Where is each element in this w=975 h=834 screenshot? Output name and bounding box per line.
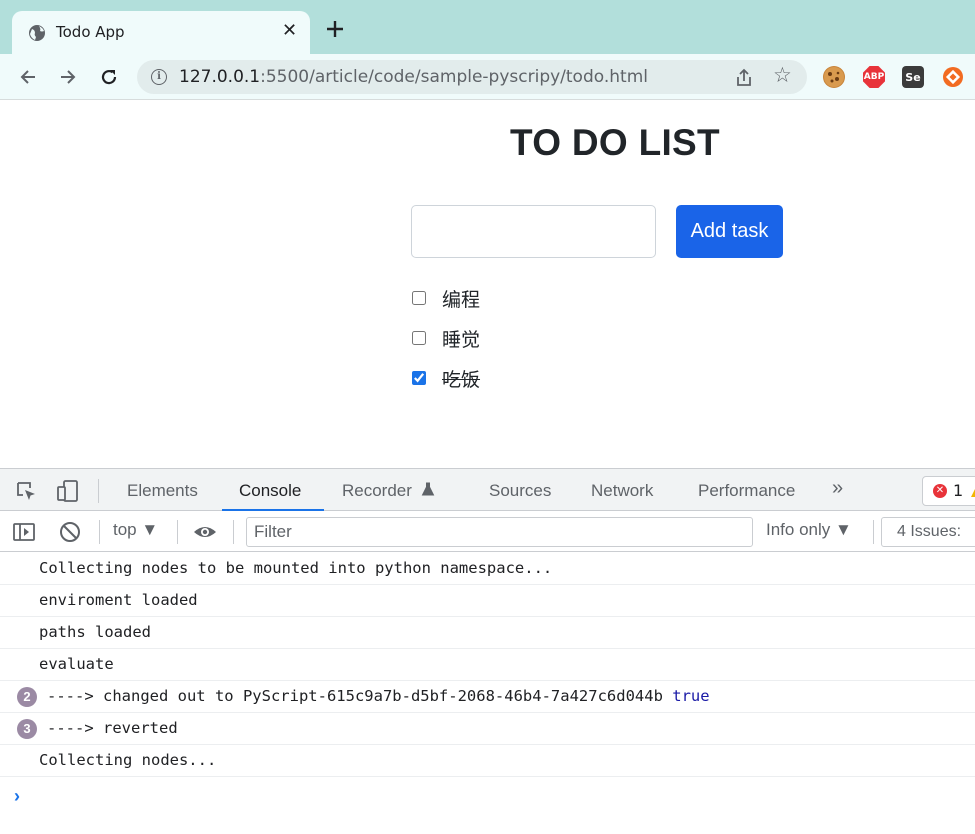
log-text: Collecting nodes... [39, 751, 217, 769]
todo-item: 睡觉 [411, 326, 481, 351]
sidebar-toggle-icon[interactable] [12, 520, 36, 544]
log-text: ----> changed out to PyScript-615c9a7b-d… [47, 687, 710, 705]
console-output: Collecting nodes to be mounted into pyth… [0, 553, 975, 834]
log-boolean-value: true [672, 687, 710, 705]
browser-toolbar: i 127.0.0.1:5500/article/code/sample-pys… [0, 54, 975, 100]
toolbar-divider [177, 520, 178, 544]
adblock-plus-icon[interactable]: ABP [863, 66, 885, 88]
tab-sources[interactable]: Sources [489, 481, 551, 501]
console-filterbar: top ▼ Info only ▼ 4 Issues: [0, 512, 975, 552]
repeat-count-badge: 2 [17, 687, 37, 707]
toolbar-divider [98, 479, 99, 503]
plus-icon [327, 21, 343, 37]
toolbar-divider [233, 520, 234, 544]
tab-network[interactable]: Network [591, 481, 653, 501]
dropdown-arrow-icon: ▼ [141, 520, 159, 539]
share-icon[interactable] [733, 67, 755, 89]
arrow-right-icon [61, 70, 76, 84]
context-value: top [113, 520, 137, 539]
selenium-label: Se [905, 70, 921, 84]
todo-text: 编程 [442, 288, 481, 311]
bookmark-star-icon[interactable]: ☆ [773, 63, 792, 87]
toolbar-divider [873, 520, 874, 544]
flask-icon [421, 482, 434, 496]
dropdown-arrow-icon: ▼ [835, 520, 852, 539]
url-host: 127.0.0.1 [179, 67, 261, 87]
clear-console-icon[interactable] [58, 520, 82, 544]
back-button[interactable] [13, 62, 43, 92]
arrow-left-icon [20, 70, 35, 84]
globe-icon [29, 25, 45, 41]
error-icon: ✕ [933, 484, 947, 498]
active-tab-indicator [222, 509, 324, 511]
info-icon[interactable]: i [151, 69, 167, 85]
issues-button[interactable]: 4 Issues: [881, 517, 975, 547]
log-levels-value: Info only [766, 520, 831, 539]
console-message[interactable]: Collecting nodes to be mounted into pyth… [0, 553, 975, 585]
log-text: paths loaded [39, 623, 151, 641]
cookie-icon [824, 67, 844, 87]
more-tabs-icon[interactable]: » [832, 477, 843, 500]
todo-item: 编程 [411, 286, 481, 311]
diamond-logo-icon [943, 67, 963, 87]
browser-tab[interactable]: Todo App ✕ [12, 11, 310, 54]
log-text: enviroment loaded [39, 591, 198, 609]
page-title: TO DO LIST [510, 122, 720, 163]
url-path: :5500/article/code/sample-pyscripy/todo.… [260, 67, 648, 87]
console-message[interactable]: 2 ----> changed out to PyScript-615c9a7b… [0, 681, 975, 713]
error-counter[interactable]: ✕ 1 [922, 476, 975, 506]
log-text: evaluate [39, 655, 114, 673]
warning-icon [971, 485, 975, 497]
todo-checkbox[interactable] [412, 291, 426, 305]
context-select[interactable]: top ▼ [113, 520, 158, 540]
cookie-extension-icon[interactable] [823, 66, 845, 88]
console-message[interactable]: Collecting nodes... [0, 745, 975, 777]
device-toolbar-icon[interactable] [56, 479, 80, 503]
toolbar-divider [99, 520, 100, 544]
adblock-label: ABP [863, 72, 885, 82]
reload-icon [101, 69, 117, 85]
eye-icon[interactable] [193, 520, 217, 544]
tab-console[interactable]: Console [239, 481, 301, 501]
browser-tabstrip: Todo App ✕ [0, 0, 975, 54]
todo-text: 睡觉 [442, 328, 481, 351]
devtools-tabbar: Elements Console Recorder Sources Networ… [0, 469, 975, 511]
console-prompt-icon[interactable]: › [14, 786, 20, 807]
devtools-panel: Elements Console Recorder Sources Networ… [0, 468, 975, 833]
console-message[interactable]: evaluate [0, 649, 975, 681]
log-text: ----> reverted [47, 719, 178, 737]
add-task-button[interactable]: Add task [676, 205, 783, 258]
tab-elements[interactable]: Elements [127, 481, 198, 501]
console-message[interactable]: 3 ----> reverted [0, 713, 975, 745]
error-count: 1 [953, 481, 964, 500]
tab-recorder-label: Recorder [342, 481, 412, 500]
url-text[interactable]: 127.0.0.1:5500/article/code/sample-pyscr… [179, 67, 648, 87]
todo-checkbox[interactable] [412, 331, 426, 345]
inspect-element-icon[interactable] [14, 479, 38, 503]
new-tab-button[interactable] [326, 18, 344, 42]
page-viewport: TO DO LIST Add task 编程 睡觉 吃饭 [0, 100, 975, 468]
repeat-count-badge: 3 [17, 719, 37, 739]
address-bar[interactable]: i 127.0.0.1:5500/article/code/sample-pys… [137, 60, 807, 94]
reload-button[interactable] [94, 62, 124, 92]
log-text: Collecting nodes to be mounted into pyth… [39, 559, 553, 577]
todo-text: 吃饭 [442, 368, 481, 391]
tab-performance[interactable]: Performance [698, 481, 795, 501]
task-input[interactable] [411, 205, 656, 258]
forward-button[interactable] [53, 62, 83, 92]
todo-item: 吃饭 [411, 366, 481, 391]
selenium-ide-icon[interactable]: Se [902, 66, 924, 88]
orange-extension-icon[interactable] [942, 66, 964, 88]
log-levels-select[interactable]: Info only ▼ [766, 520, 852, 540]
console-message[interactable]: paths loaded [0, 617, 975, 649]
filter-input[interactable] [246, 517, 753, 547]
close-tab-icon[interactable]: ✕ [282, 21, 297, 41]
tab-title: Todo App [56, 23, 125, 41]
tab-recorder[interactable]: Recorder [342, 481, 435, 501]
console-message[interactable]: enviroment loaded [0, 585, 975, 617]
todo-checkbox[interactable] [412, 371, 426, 385]
log-text-main: ----> changed out to PyScript-615c9a7b-d… [47, 687, 663, 705]
